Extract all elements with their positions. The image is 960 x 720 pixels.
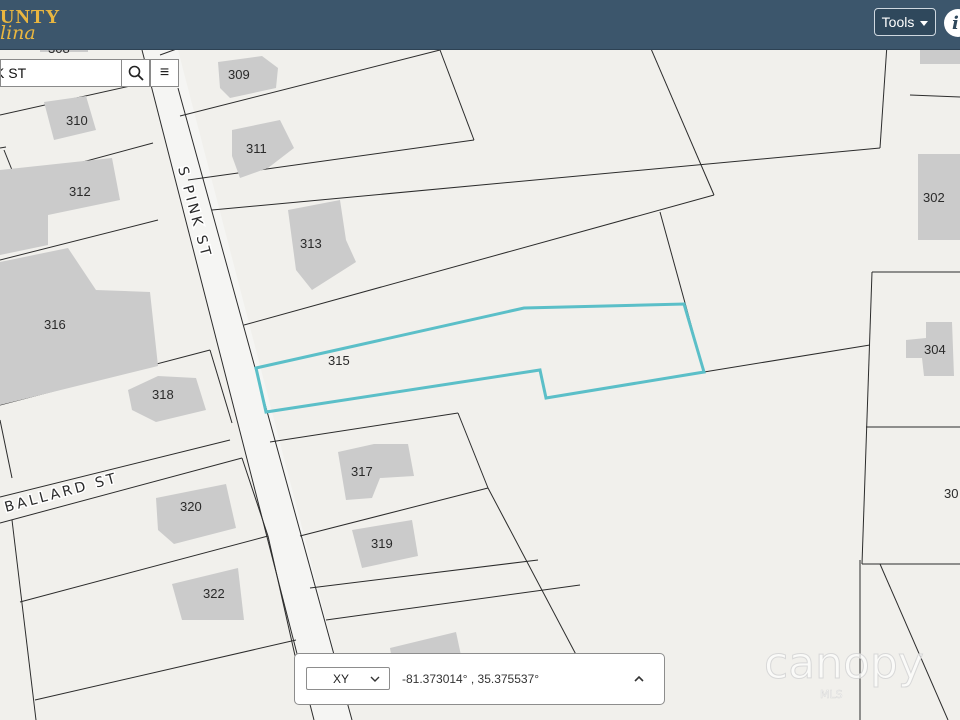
lot-label: 311 (246, 141, 267, 156)
svg-text:canopy: canopy (764, 638, 924, 689)
info-button[interactable]: i (944, 9, 960, 37)
search-input[interactable]: K ST (0, 59, 121, 87)
lot-label: 304 (924, 342, 946, 357)
lot-label: 30 (944, 486, 958, 501)
coordinate-readout: -81.373014° , 35.375537° (402, 672, 540, 686)
lot-label: 322 (203, 586, 225, 601)
search-button[interactable] (121, 59, 150, 87)
app-header: UNTY lina Tools i (0, 0, 960, 50)
lot-label: 315 (328, 353, 350, 368)
address-search-bar: K ST ≡ (0, 59, 179, 87)
canopy-mls-watermark: canopy MLS (764, 638, 925, 702)
lot-label: 320 (180, 499, 202, 514)
brand-logo-script: lina (0, 22, 36, 44)
tools-dropdown-button[interactable]: Tools (874, 8, 936, 36)
collapse-panel-button[interactable] (629, 669, 649, 689)
lot-label: 318 (152, 387, 174, 402)
coordinate-panel: XY -81.373014° , 35.375537° (294, 653, 665, 705)
lot-label: 313 (300, 236, 322, 251)
search-menu-button[interactable]: ≡ (150, 59, 179, 87)
lot-label: 319 (371, 536, 393, 551)
lot-label: 309 (228, 67, 250, 82)
chevron-down-icon (370, 676, 380, 682)
magnifier-icon (128, 65, 144, 81)
info-icon: i (952, 12, 959, 34)
tools-label: Tools (881, 14, 915, 30)
lot-label: 310 (66, 113, 88, 128)
lot-label: 312 (69, 184, 91, 199)
chevron-up-icon (634, 675, 644, 682)
coordinate-format-select[interactable]: XY (306, 667, 390, 690)
caret-down-icon (920, 20, 929, 26)
hamburger-icon: ≡ (159, 64, 170, 81)
lot-label: 317 (351, 464, 373, 479)
lot-label: 302 (923, 190, 945, 205)
svg-text:MLS: MLS (820, 688, 843, 701)
lot-label: 316 (44, 317, 66, 332)
coordinate-format-value: XY (333, 671, 350, 686)
